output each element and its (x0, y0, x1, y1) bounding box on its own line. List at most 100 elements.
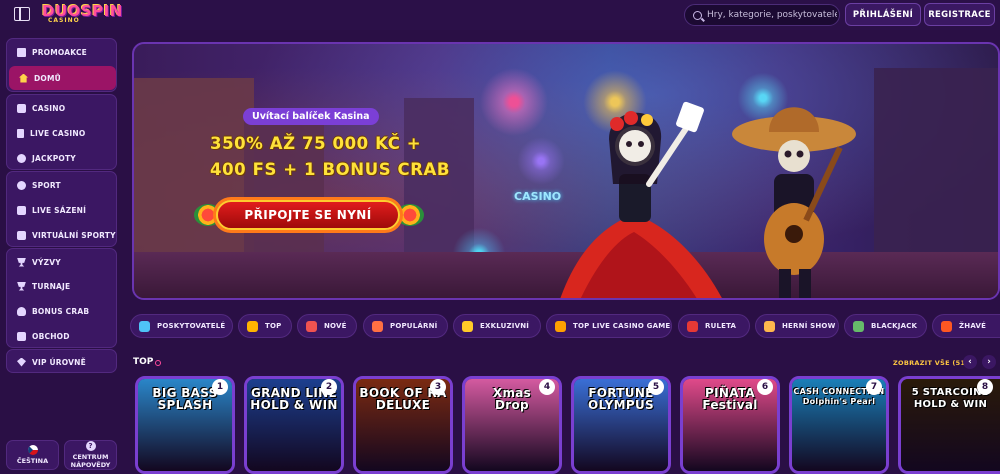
gift-icon (17, 47, 26, 57)
cards-icon (853, 320, 864, 332)
sidebar-item-casino[interactable]: CASINO (7, 96, 118, 120)
rank-badge: 2 (321, 379, 337, 395)
category-label: TOP (265, 322, 282, 330)
sidebar-item-label: LIVE SÁZENÍ (32, 205, 87, 215)
category-providers[interactable]: POSKYTOVATELÉ (130, 314, 233, 338)
fire-icon (941, 320, 952, 332)
sidebar-item-tournaments[interactable]: TURNAJE (7, 274, 118, 298)
sidebar-item-label: VIRTUÁLNÍ SPORTY (32, 230, 116, 240)
play-icon (17, 205, 26, 215)
category-exclusive[interactable]: EXKLUZIVNÍ (453, 314, 541, 338)
sidebar-item-label: JACKPOTY (32, 153, 76, 163)
category-hot[interactable]: ŽHAVÉ (932, 314, 1000, 338)
new-icon (306, 320, 317, 332)
category-top[interactable]: TOP (238, 314, 292, 338)
sidebar-item-home[interactable]: DOMŮ (9, 66, 116, 90)
logo-subtitle: CASINO (48, 17, 80, 24)
category-label: NOVÉ (324, 322, 347, 330)
trophy-icon (247, 320, 258, 332)
rank-badge: 3 (430, 379, 446, 395)
sidebar-item-label: PROMOAKCE (32, 47, 87, 57)
sidebar-item-label: OBCHOD (32, 331, 70, 341)
sidebar: PROMOAKCE DOMŮ CASINO LIVE CASINO JACKPO… (0, 30, 124, 474)
crab-icon (17, 306, 26, 316)
sidebar-group-sport: SPORT LIVE SÁZENÍ VIRTUÁLNÍ SPORTY (6, 171, 117, 247)
rank-badge: 5 (648, 379, 664, 395)
sidebar-item-vip-levels[interactable]: VIP ÚROVNĚ (7, 350, 118, 374)
sidebar-toggle-icon[interactable] (14, 7, 30, 21)
promo-headline-line2: 400 FS + 1 BONUS CRAB (210, 160, 451, 179)
category-roulette[interactable]: RULETA (678, 314, 750, 338)
promo-headline-line1: 350% AŽ 75 000 KČ + (210, 134, 422, 153)
banner-building (874, 68, 998, 268)
carousel-prev-button[interactable]: ‹ (963, 355, 977, 369)
sidebar-item-jackpots[interactable]: JACKPOTY (7, 146, 118, 170)
popular-icon (372, 320, 383, 332)
sidebar-item-label: BONUS CRAB (32, 306, 90, 316)
register-button[interactable]: REGISTRACE (924, 3, 995, 26)
help-icon: ? (85, 441, 96, 451)
sidebar-group-extras: VÝZVY TURNAJE BONUS CRAB OBCHOD (6, 248, 117, 348)
sidebar-item-label: VÝZVY (32, 257, 61, 267)
czech-flag-icon (27, 445, 38, 455)
info-icon[interactable] (155, 360, 161, 366)
sidebar-item-label: LIVE CASINO (30, 128, 86, 138)
search-input[interactable] (707, 10, 837, 20)
ball-icon (17, 180, 26, 190)
trophy-icon (17, 281, 26, 291)
category-top-live-casino[interactable]: TOP LIVE CASINO GAMES (546, 314, 672, 338)
carousel-next-button[interactable]: › (982, 355, 996, 369)
top-header: DUOSPIN CASINO PŘIHLÁŠENÍ REGISTRACE (0, 0, 1000, 30)
sidebar-item-label: VIP ÚROVNĚ (32, 357, 86, 367)
exclusive-icon (462, 320, 473, 332)
sidebar-item-label: TURNAJE (32, 281, 71, 291)
rank-badge: 8 (977, 379, 993, 395)
sidebar-item-label: CASINO (32, 103, 66, 113)
guitar-icon (764, 320, 775, 332)
sidebar-item-shop[interactable]: OBCHOD (7, 324, 118, 348)
virtual-sports-icon (17, 230, 26, 240)
category-label: EXKLUZIVNÍ (480, 322, 530, 330)
sidebar-item-virtual-sports[interactable]: VIRTUÁLNÍ SPORTY (7, 223, 118, 247)
sidebar-item-live-casino[interactable]: LIVE CASINO (7, 121, 118, 145)
sidebar-item-label: DOMŮ (34, 73, 61, 83)
promo-banner[interactable]: CASINO Uvítací balíček Kasina 350% AŽ 75… (132, 42, 1000, 300)
welcome-package-badge: Uvítací balíček Kasina (243, 108, 379, 125)
sidebar-item-promotions[interactable]: PROMOAKCE (7, 40, 118, 64)
rank-badge: 7 (866, 379, 882, 395)
help-label: CENTRUM NÁPOVĚDY (70, 453, 111, 469)
sidebar-item-live-betting[interactable]: LIVE SÁZENÍ (7, 198, 118, 222)
slot-machine-icon (17, 103, 26, 113)
sidebar-item-sport[interactable]: SPORT (7, 173, 118, 197)
category-strip: POSKYTOVATELÉ TOP NOVÉ POPULÁRNÍ EXKLUZI… (130, 314, 1000, 338)
category-popular[interactable]: POPULÁRNÍ (363, 314, 448, 338)
category-label: POPULÁRNÍ (390, 322, 438, 330)
help-center-button[interactable]: ? CENTRUM NÁPOVĚDY (64, 440, 117, 470)
category-blackjack[interactable]: BLACKJACK (844, 314, 927, 338)
live-casino-icon (17, 128, 24, 138)
login-button[interactable]: PŘIHLÁŠENÍ (845, 3, 921, 26)
category-label: HERNÍ SHOW (782, 322, 836, 330)
sidebar-item-label: SPORT (32, 180, 61, 190)
dancer-illustration (560, 101, 722, 298)
language-selector[interactable]: ČEŠTINA (6, 440, 59, 470)
search-box[interactable] (684, 4, 840, 26)
providers-icon (139, 320, 150, 332)
join-now-button[interactable]: PŘIPOJTE SE NYNÍ (216, 200, 400, 230)
sidebar-item-challenges[interactable]: VÝZVY (7, 250, 118, 274)
category-game-show[interactable]: HERNÍ SHOW (755, 314, 839, 338)
category-label: POSKYTOVATELÉ (157, 322, 226, 330)
skeleton-guitarist-illustration (732, 107, 856, 298)
show-all-link[interactable]: ZOBRAZIT VŠE (517) (893, 359, 973, 367)
search-icon (693, 10, 702, 20)
diamond-icon (17, 357, 26, 367)
roulette-icon (687, 320, 698, 332)
category-new[interactable]: NOVÉ (297, 314, 357, 338)
sidebar-group-main: PROMOAKCE DOMŮ (6, 38, 117, 92)
section-title-top: TOP (133, 357, 154, 367)
language-label: ČEŠTINA (16, 457, 49, 465)
rank-badge: 4 (539, 379, 555, 395)
category-label: ŽHAVÉ (959, 322, 987, 330)
category-label: BLACKJACK (871, 322, 918, 330)
sidebar-item-bonus-crab[interactable]: BONUS CRAB (7, 299, 118, 323)
